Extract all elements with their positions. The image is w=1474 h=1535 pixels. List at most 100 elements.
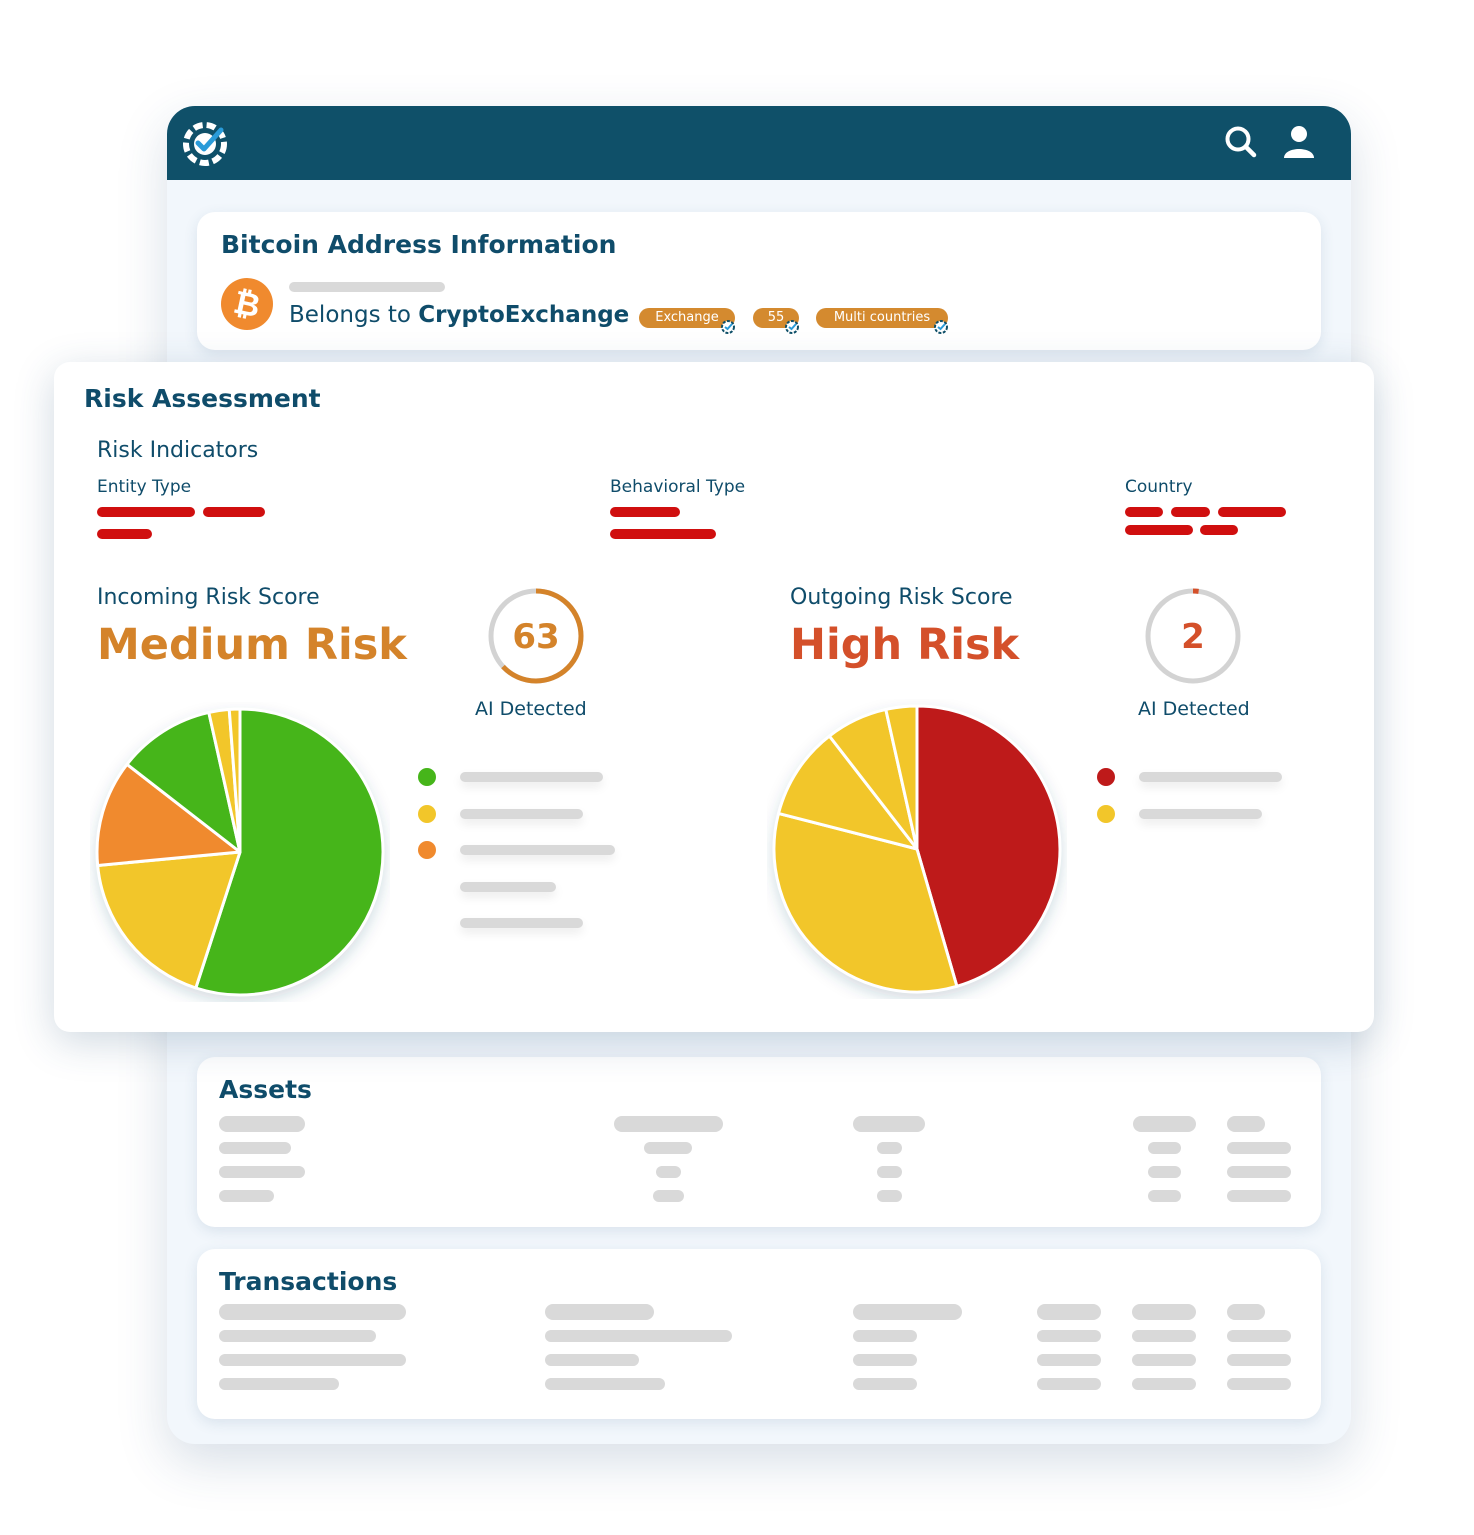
outgoing-risk-level: High Risk bbox=[790, 620, 1020, 670]
redacted-value bbox=[1171, 507, 1210, 517]
transactions-cell-placeholder bbox=[219, 1378, 339, 1390]
assets-cell-placeholder bbox=[613, 1116, 723, 1132]
redacted-value bbox=[1200, 525, 1238, 535]
top-navigation-bar bbox=[167, 106, 1351, 180]
incoming-legend-label-placeholder bbox=[460, 772, 603, 782]
transactions-cell-placeholder bbox=[1132, 1304, 1196, 1320]
redacted-value bbox=[97, 507, 195, 517]
verified-check-icon bbox=[785, 320, 799, 334]
verified-check-icon bbox=[934, 320, 948, 334]
incoming-risk-level: Medium Risk bbox=[97, 620, 407, 670]
user-icon[interactable] bbox=[1281, 124, 1317, 160]
transactions-cell-placeholder bbox=[853, 1330, 917, 1342]
check-circle-logo-icon[interactable] bbox=[179, 116, 233, 170]
assets-cell-placeholder bbox=[876, 1142, 902, 1154]
assets-cell-placeholder bbox=[876, 1190, 902, 1202]
redacted-value bbox=[1125, 507, 1163, 517]
transactions-cell-placeholder bbox=[219, 1354, 406, 1366]
risk-indicators-title: Risk Indicators bbox=[97, 438, 259, 463]
assets-cell-placeholder bbox=[219, 1166, 305, 1178]
address-info-title: Bitcoin Address Information bbox=[221, 230, 617, 259]
transactions-cell-placeholder bbox=[1037, 1330, 1101, 1342]
belongs-to-text: Belongs to CryptoExchange bbox=[289, 302, 629, 328]
outgoing-ai-detected: AI Detected bbox=[1138, 698, 1250, 720]
transactions-cell-placeholder bbox=[219, 1330, 376, 1342]
assets-cell-placeholder bbox=[1227, 1190, 1291, 1202]
assets-card: Assets bbox=[197, 1057, 1321, 1227]
assets-cell-placeholder bbox=[652, 1190, 684, 1202]
transactions-cell-placeholder bbox=[1227, 1354, 1291, 1366]
redacted-value bbox=[610, 507, 680, 517]
transactions-title: Transactions bbox=[219, 1267, 398, 1296]
country-label: Country bbox=[1125, 477, 1193, 497]
transactions-cell-placeholder bbox=[545, 1330, 732, 1342]
transactions-cell-placeholder bbox=[853, 1378, 917, 1390]
incoming-legend-dot-3 bbox=[418, 841, 436, 859]
assets-cell-placeholder bbox=[1147, 1142, 1181, 1154]
outgoing-legend-dot-2 bbox=[1097, 804, 1115, 823]
assets-cell-placeholder bbox=[1147, 1190, 1181, 1202]
tag-multi-countries[interactable]: Multi countries bbox=[816, 308, 948, 328]
incoming-pie-chart bbox=[95, 707, 385, 997]
assets-cell-placeholder bbox=[219, 1116, 305, 1132]
assets-cell-placeholder bbox=[219, 1142, 291, 1154]
assets-cell-placeholder bbox=[1132, 1116, 1196, 1132]
tag-label: 55 bbox=[767, 310, 785, 325]
search-icon[interactable] bbox=[1223, 124, 1259, 160]
risk-assessment-title: Risk Assessment bbox=[84, 384, 321, 413]
incoming-legend-dot-1 bbox=[418, 768, 436, 786]
transactions-cell-placeholder bbox=[545, 1354, 639, 1366]
transactions-cell-placeholder bbox=[1037, 1354, 1101, 1366]
redacted-value bbox=[97, 529, 152, 539]
behavioral-type-label: Behavioral Type bbox=[610, 477, 746, 497]
incoming-legend-label-placeholder bbox=[460, 881, 556, 892]
transactions-cell-placeholder bbox=[1037, 1378, 1101, 1390]
redacted-address-placeholder bbox=[289, 282, 445, 292]
outgoing-legend-label-placeholder bbox=[1139, 772, 1282, 782]
assets-cell-placeholder bbox=[219, 1190, 274, 1202]
incoming-risk-score-label: Incoming Risk Score bbox=[97, 585, 320, 610]
incoming-legend-label-placeholder bbox=[460, 845, 615, 855]
assets-cell-placeholder bbox=[853, 1116, 925, 1132]
verified-check-icon bbox=[721, 320, 735, 334]
incoming-score-gauge: 63 bbox=[488, 588, 584, 684]
assets-cell-placeholder bbox=[655, 1166, 681, 1178]
belongs-prefix: Belongs to bbox=[289, 302, 419, 328]
transactions-cell-placeholder bbox=[1037, 1304, 1101, 1320]
owner-name: CryptoExchange bbox=[418, 302, 630, 328]
transactions-cell-placeholder bbox=[1227, 1378, 1291, 1390]
tag-label: Exchange bbox=[655, 310, 719, 325]
outgoing-pie-chart bbox=[772, 704, 1062, 994]
transactions-cell-placeholder bbox=[1132, 1378, 1196, 1390]
transactions-cell-placeholder bbox=[545, 1378, 665, 1390]
outgoing-legend-dot-1 bbox=[1097, 768, 1115, 786]
transactions-cell-placeholder bbox=[1132, 1354, 1196, 1366]
transactions-cell-placeholder bbox=[853, 1354, 917, 1366]
transactions-cell-placeholder bbox=[1132, 1330, 1196, 1342]
entity-type-label: Entity Type bbox=[97, 477, 192, 497]
transactions-cell-placeholder bbox=[1227, 1304, 1265, 1320]
address-info-card: Bitcoin Address Information ₿ Belongs to… bbox=[197, 212, 1321, 350]
assets-cell-placeholder bbox=[644, 1142, 692, 1154]
outgoing-legend-label-placeholder bbox=[1139, 808, 1262, 819]
incoming-ai-detected: AI Detected bbox=[475, 698, 587, 720]
outgoing-score-value: 2 bbox=[1181, 617, 1205, 657]
redacted-value bbox=[1218, 507, 1286, 517]
bitcoin-icon: ₿ bbox=[221, 278, 273, 330]
incoming-score-value: 63 bbox=[512, 617, 559, 657]
assets-cell-placeholder bbox=[876, 1166, 902, 1178]
transactions-cell-placeholder bbox=[545, 1304, 654, 1320]
transactions-cell-placeholder bbox=[853, 1304, 962, 1320]
transactions-cell-placeholder bbox=[1227, 1330, 1291, 1342]
redacted-value bbox=[203, 507, 265, 517]
assets-cell-placeholder bbox=[1227, 1116, 1265, 1132]
risk-assessment-card: Risk Assessment Risk Indicators Entity T… bbox=[54, 362, 1374, 1032]
assets-cell-placeholder bbox=[1147, 1166, 1181, 1178]
transactions-card: Transactions bbox=[197, 1249, 1321, 1419]
redacted-value bbox=[1125, 525, 1193, 535]
outgoing-score-gauge: 2 bbox=[1145, 588, 1241, 684]
incoming-legend-label-placeholder bbox=[460, 808, 583, 819]
assets-title: Assets bbox=[219, 1075, 312, 1104]
assets-cell-placeholder bbox=[1227, 1142, 1291, 1154]
outgoing-risk-score-label: Outgoing Risk Score bbox=[790, 585, 1013, 610]
